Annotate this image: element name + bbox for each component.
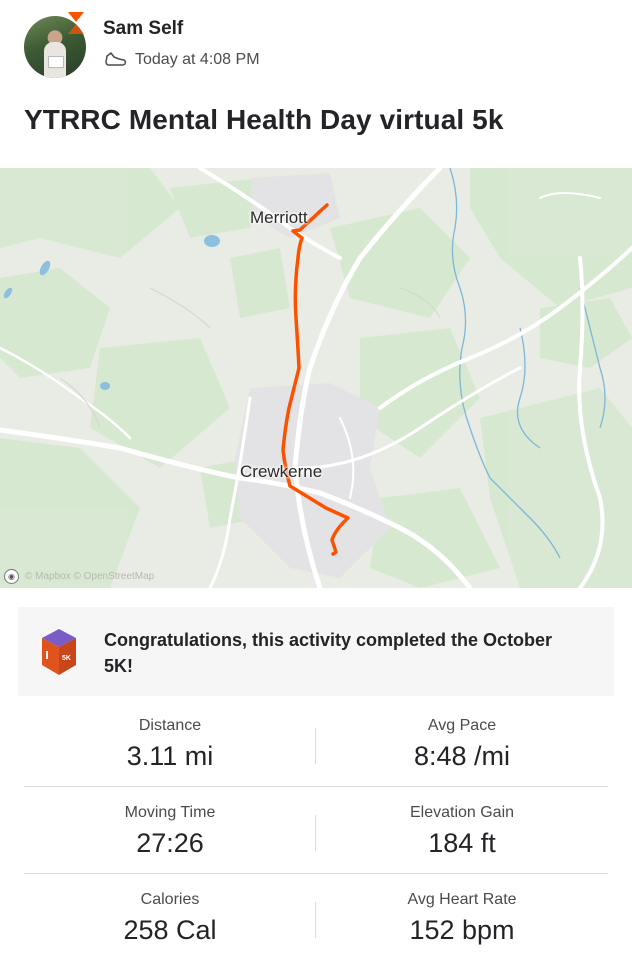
- avatar-race-bib: [48, 56, 64, 68]
- stat-elevation-gain: Elevation Gain 184 ft: [316, 787, 608, 859]
- mapbox-logo-icon[interactable]: ◉: [4, 569, 19, 584]
- stats-row: Calories 258 Cal Avg Heart Rate 152 bpm: [24, 874, 608, 960]
- stat-label: Calories: [140, 891, 200, 908]
- activity-meta: Today at 4:08 PM: [105, 51, 260, 69]
- stats-row: Moving Time 27:26 Elevation Gain 184 ft: [24, 787, 608, 874]
- achievement-message: Congratulations, this activity completed…: [104, 630, 553, 676]
- achievement-banner[interactable]: 5K Congratulations, this activity comple…: [18, 607, 614, 696]
- stat-avg-pace: Avg Pace 8:48 /mi: [316, 700, 608, 772]
- stat-value: 8:48 /mi: [413, 741, 511, 771]
- stat-label: Distance: [138, 717, 202, 734]
- author-name[interactable]: Sam Self: [103, 18, 183, 40]
- activity-timestamp: Today at 4:08 PM: [135, 51, 260, 68]
- stat-avg-heart-rate: Avg Heart Rate 152 bpm: [316, 874, 608, 946]
- stat-label: Moving Time: [124, 804, 216, 821]
- activity-stats: Distance 3.11 mi Avg Pace 8:48 /mi Movin…: [24, 700, 608, 960]
- stat-label: Avg Heart Rate: [407, 891, 517, 908]
- running-shoe-icon: [105, 52, 127, 66]
- stat-value: 3.11 mi: [126, 741, 214, 771]
- subscriber-badge-icon: [68, 12, 84, 34]
- stat-value: 152 bpm: [409, 915, 515, 945]
- activity-title[interactable]: YTRRC Mental Health Day virtual 5k: [24, 104, 504, 136]
- stats-row: Distance 3.11 mi Avg Pace 8:48 /mi: [24, 700, 608, 787]
- stat-value: 258 Cal: [123, 915, 217, 945]
- stat-value: 184 ft: [428, 828, 496, 858]
- map-label-merriott: Merriott: [250, 208, 308, 227]
- badge-label: 5K: [62, 655, 71, 662]
- route-map[interactable]: Merriott Crewkerne ◉ © Mapbox © OpenStre…: [0, 168, 632, 588]
- stat-label: Elevation Gain: [409, 804, 515, 821]
- stat-moving-time: Moving Time 27:26: [24, 787, 316, 859]
- stat-calories: Calories 258 Cal: [24, 874, 316, 946]
- map-attribution: ◉ © Mapbox © OpenStreetMap: [4, 569, 154, 584]
- stat-label: Avg Pace: [427, 717, 497, 734]
- challenge-badge-icon: 5K: [42, 629, 76, 675]
- map-label-crewkerne: Crewkerne: [240, 462, 323, 481]
- attribution-text[interactable]: © Mapbox © OpenStreetMap: [25, 571, 154, 582]
- stat-value: 27:26: [136, 828, 204, 858]
- post-header: Sam Self Today at 4:08 PM YTRRC Mental H…: [0, 0, 632, 168]
- map-canvas: [0, 168, 632, 588]
- stat-distance: Distance 3.11 mi: [24, 700, 316, 772]
